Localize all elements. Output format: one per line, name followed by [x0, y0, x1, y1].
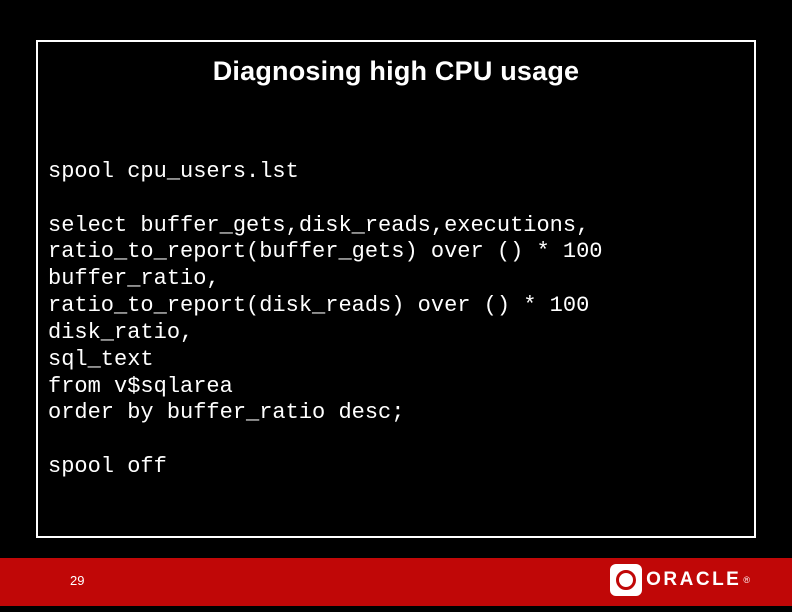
code-block: spool cpu_users.lst select buffer_gets,d…: [38, 159, 754, 481]
footer-bar: 29 ORACLE ®: [0, 558, 792, 606]
oracle-logo: ORACLE ®: [610, 564, 750, 596]
oracle-wordmark: ORACLE: [646, 569, 741, 591]
page-number: 29: [70, 573, 84, 588]
oracle-o-icon: [616, 570, 636, 590]
oracle-logo-mark: [610, 564, 642, 596]
slide: Diagnosing high CPU usage spool cpu_user…: [0, 0, 792, 612]
content-box: Diagnosing high CPU usage spool cpu_user…: [36, 40, 756, 538]
registered-mark: ®: [743, 575, 750, 585]
slide-title: Diagnosing high CPU usage: [38, 42, 754, 87]
